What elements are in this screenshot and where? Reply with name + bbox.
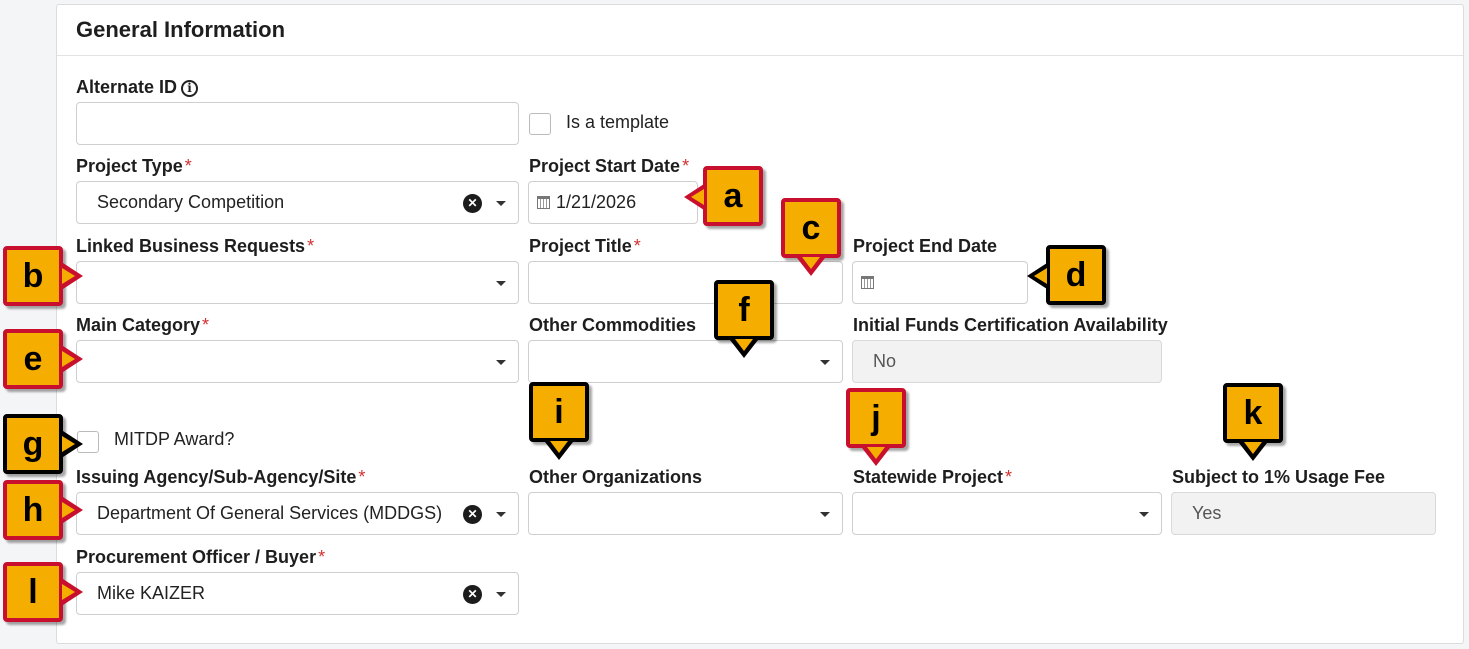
usage-fee-value: Yes — [1192, 503, 1222, 523]
initial-funds-readonly: No — [852, 340, 1162, 383]
required-mark: * — [1005, 467, 1013, 487]
chevron-down-icon[interactable] — [820, 360, 830, 365]
other-organizations-label: Other Organizations — [529, 467, 703, 487]
project-start-date-label-text: Project Start Date — [529, 156, 681, 176]
required-mark: * — [633, 236, 641, 256]
callout-j: j — [846, 388, 906, 448]
callout-i: i — [529, 382, 589, 442]
required-mark: * — [682, 156, 690, 176]
callout-i-pointer-fill — [550, 441, 568, 453]
callout-l-pointer-fill — [62, 584, 75, 600]
usage-fee-readonly: Yes — [1171, 492, 1436, 535]
main-category-label: Main Category * — [76, 315, 209, 336]
alternate-id-label-text: Alternate ID — [76, 77, 178, 97]
project-start-date-value: 1/21/2026 — [556, 192, 637, 212]
chevron-down-icon[interactable] — [496, 592, 506, 597]
project-type-label: Project Type * — [76, 156, 192, 177]
issuing-agency-select[interactable]: Department Of General Services (MDDGS) ✕ — [76, 492, 519, 535]
procurement-officer-label: Procurement Officer / Buyer * — [76, 547, 325, 568]
issuing-agency-label: Issuing Agency/Sub-Agency/Site * — [76, 467, 365, 488]
callout-d: d — [1046, 245, 1106, 305]
main-category-select[interactable] — [76, 340, 519, 383]
initial-funds-label: Initial Funds Certification Availability — [853, 315, 1168, 335]
callout-e: e — [3, 329, 63, 389]
other-commodities-label: Other Commodities — [529, 315, 697, 335]
callout-b-pointer-fill — [62, 268, 75, 284]
callout-g-pointer-fill — [62, 436, 75, 452]
callout-h: h — [3, 480, 63, 540]
callout-l: l — [3, 562, 63, 622]
chevron-down-icon[interactable] — [1139, 512, 1149, 517]
chevron-down-icon[interactable] — [496, 360, 506, 365]
calendar-icon[interactable] — [861, 276, 874, 289]
main-category-label-text: Main Category — [76, 315, 201, 335]
project-end-date-input[interactable] — [852, 261, 1028, 304]
usage-fee-label: Subject to 1% Usage Fee — [1172, 467, 1386, 487]
chevron-down-icon[interactable] — [496, 281, 506, 286]
section-title: General Information — [76, 17, 286, 42]
other-organizations-select[interactable] — [528, 492, 843, 535]
statewide-project-label-text: Statewide Project — [853, 467, 1004, 487]
chevron-down-icon[interactable] — [496, 201, 506, 206]
callout-k-pointer-fill — [1244, 442, 1262, 454]
callout-k: k — [1223, 383, 1283, 443]
project-end-date-label: Project End Date — [853, 236, 998, 256]
chevron-down-icon[interactable] — [496, 512, 506, 517]
mitdp-award-label: MITDP Award? — [114, 429, 235, 449]
required-mark: * — [184, 156, 192, 176]
project-type-select[interactable]: Secondary Competition ✕ — [76, 181, 519, 224]
clear-x-icon[interactable]: ✕ — [463, 585, 482, 604]
callout-e-pointer-fill — [62, 351, 75, 367]
procurement-officer-select[interactable]: Mike KAIZER ✕ — [76, 572, 519, 615]
linked-business-requests-label: Linked Business Requests * — [76, 236, 314, 257]
project-title-label-text: Project Title — [529, 236, 632, 256]
procurement-officer-value: Mike KAIZER — [97, 583, 206, 603]
issuing-agency-label-text: Issuing Agency/Sub-Agency/Site — [76, 467, 357, 487]
linked-business-requests-select[interactable] — [76, 261, 519, 304]
statewide-project-select[interactable] — [852, 492, 1162, 535]
callout-c-pointer-fill — [802, 257, 820, 269]
info-circle-icon[interactable]: i — [181, 80, 199, 97]
procurement-officer-label-text: Procurement Officer / Buyer — [76, 547, 317, 567]
callout-b: b — [3, 246, 63, 306]
callout-f-pointer-fill — [735, 339, 753, 351]
required-mark: * — [202, 315, 210, 335]
project-start-date-label: Project Start Date * — [529, 156, 689, 177]
required-mark: * — [307, 236, 315, 256]
callout-h-pointer-fill — [62, 502, 75, 518]
callout-g: g — [3, 414, 63, 474]
linked-business-requests-label-text: Linked Business Requests — [76, 236, 306, 256]
project-start-date-input[interactable]: 1/21/2026 — [528, 181, 698, 224]
callout-f: f — [714, 280, 774, 340]
callout-c: c — [781, 198, 841, 258]
project-type-value: Secondary Competition — [97, 192, 285, 212]
project-type-label-text: Project Type — [76, 156, 183, 176]
callout-j-pointer-fill — [867, 447, 885, 459]
initial-funds-value: No — [873, 351, 897, 371]
calendar-icon[interactable] — [537, 196, 550, 209]
project-title-input[interactable] — [528, 261, 843, 304]
issuing-agency-value: Department Of General Services (MDDGS) — [97, 503, 443, 523]
callout-d-pointer-fill — [1034, 268, 1047, 284]
is-template-checkbox[interactable] — [529, 113, 551, 135]
clear-x-icon[interactable]: ✕ — [463, 505, 482, 524]
alternate-id-input[interactable] — [76, 102, 519, 145]
alternate-id-label: Alternate ID i — [76, 77, 199, 98]
other-commodities-select[interactable] — [528, 340, 843, 383]
required-mark: * — [318, 547, 326, 567]
section-divider — [57, 55, 1463, 56]
clear-x-icon[interactable]: ✕ — [463, 194, 482, 213]
required-mark: * — [358, 467, 366, 487]
statewide-project-label: Statewide Project * — [853, 467, 1012, 488]
chevron-down-icon[interactable] — [820, 512, 830, 517]
callout-a-pointer-fill — [691, 189, 704, 205]
project-title-label: Project Title * — [529, 236, 641, 257]
is-template-label: Is a template — [566, 112, 670, 132]
callout-a: a — [703, 166, 763, 226]
